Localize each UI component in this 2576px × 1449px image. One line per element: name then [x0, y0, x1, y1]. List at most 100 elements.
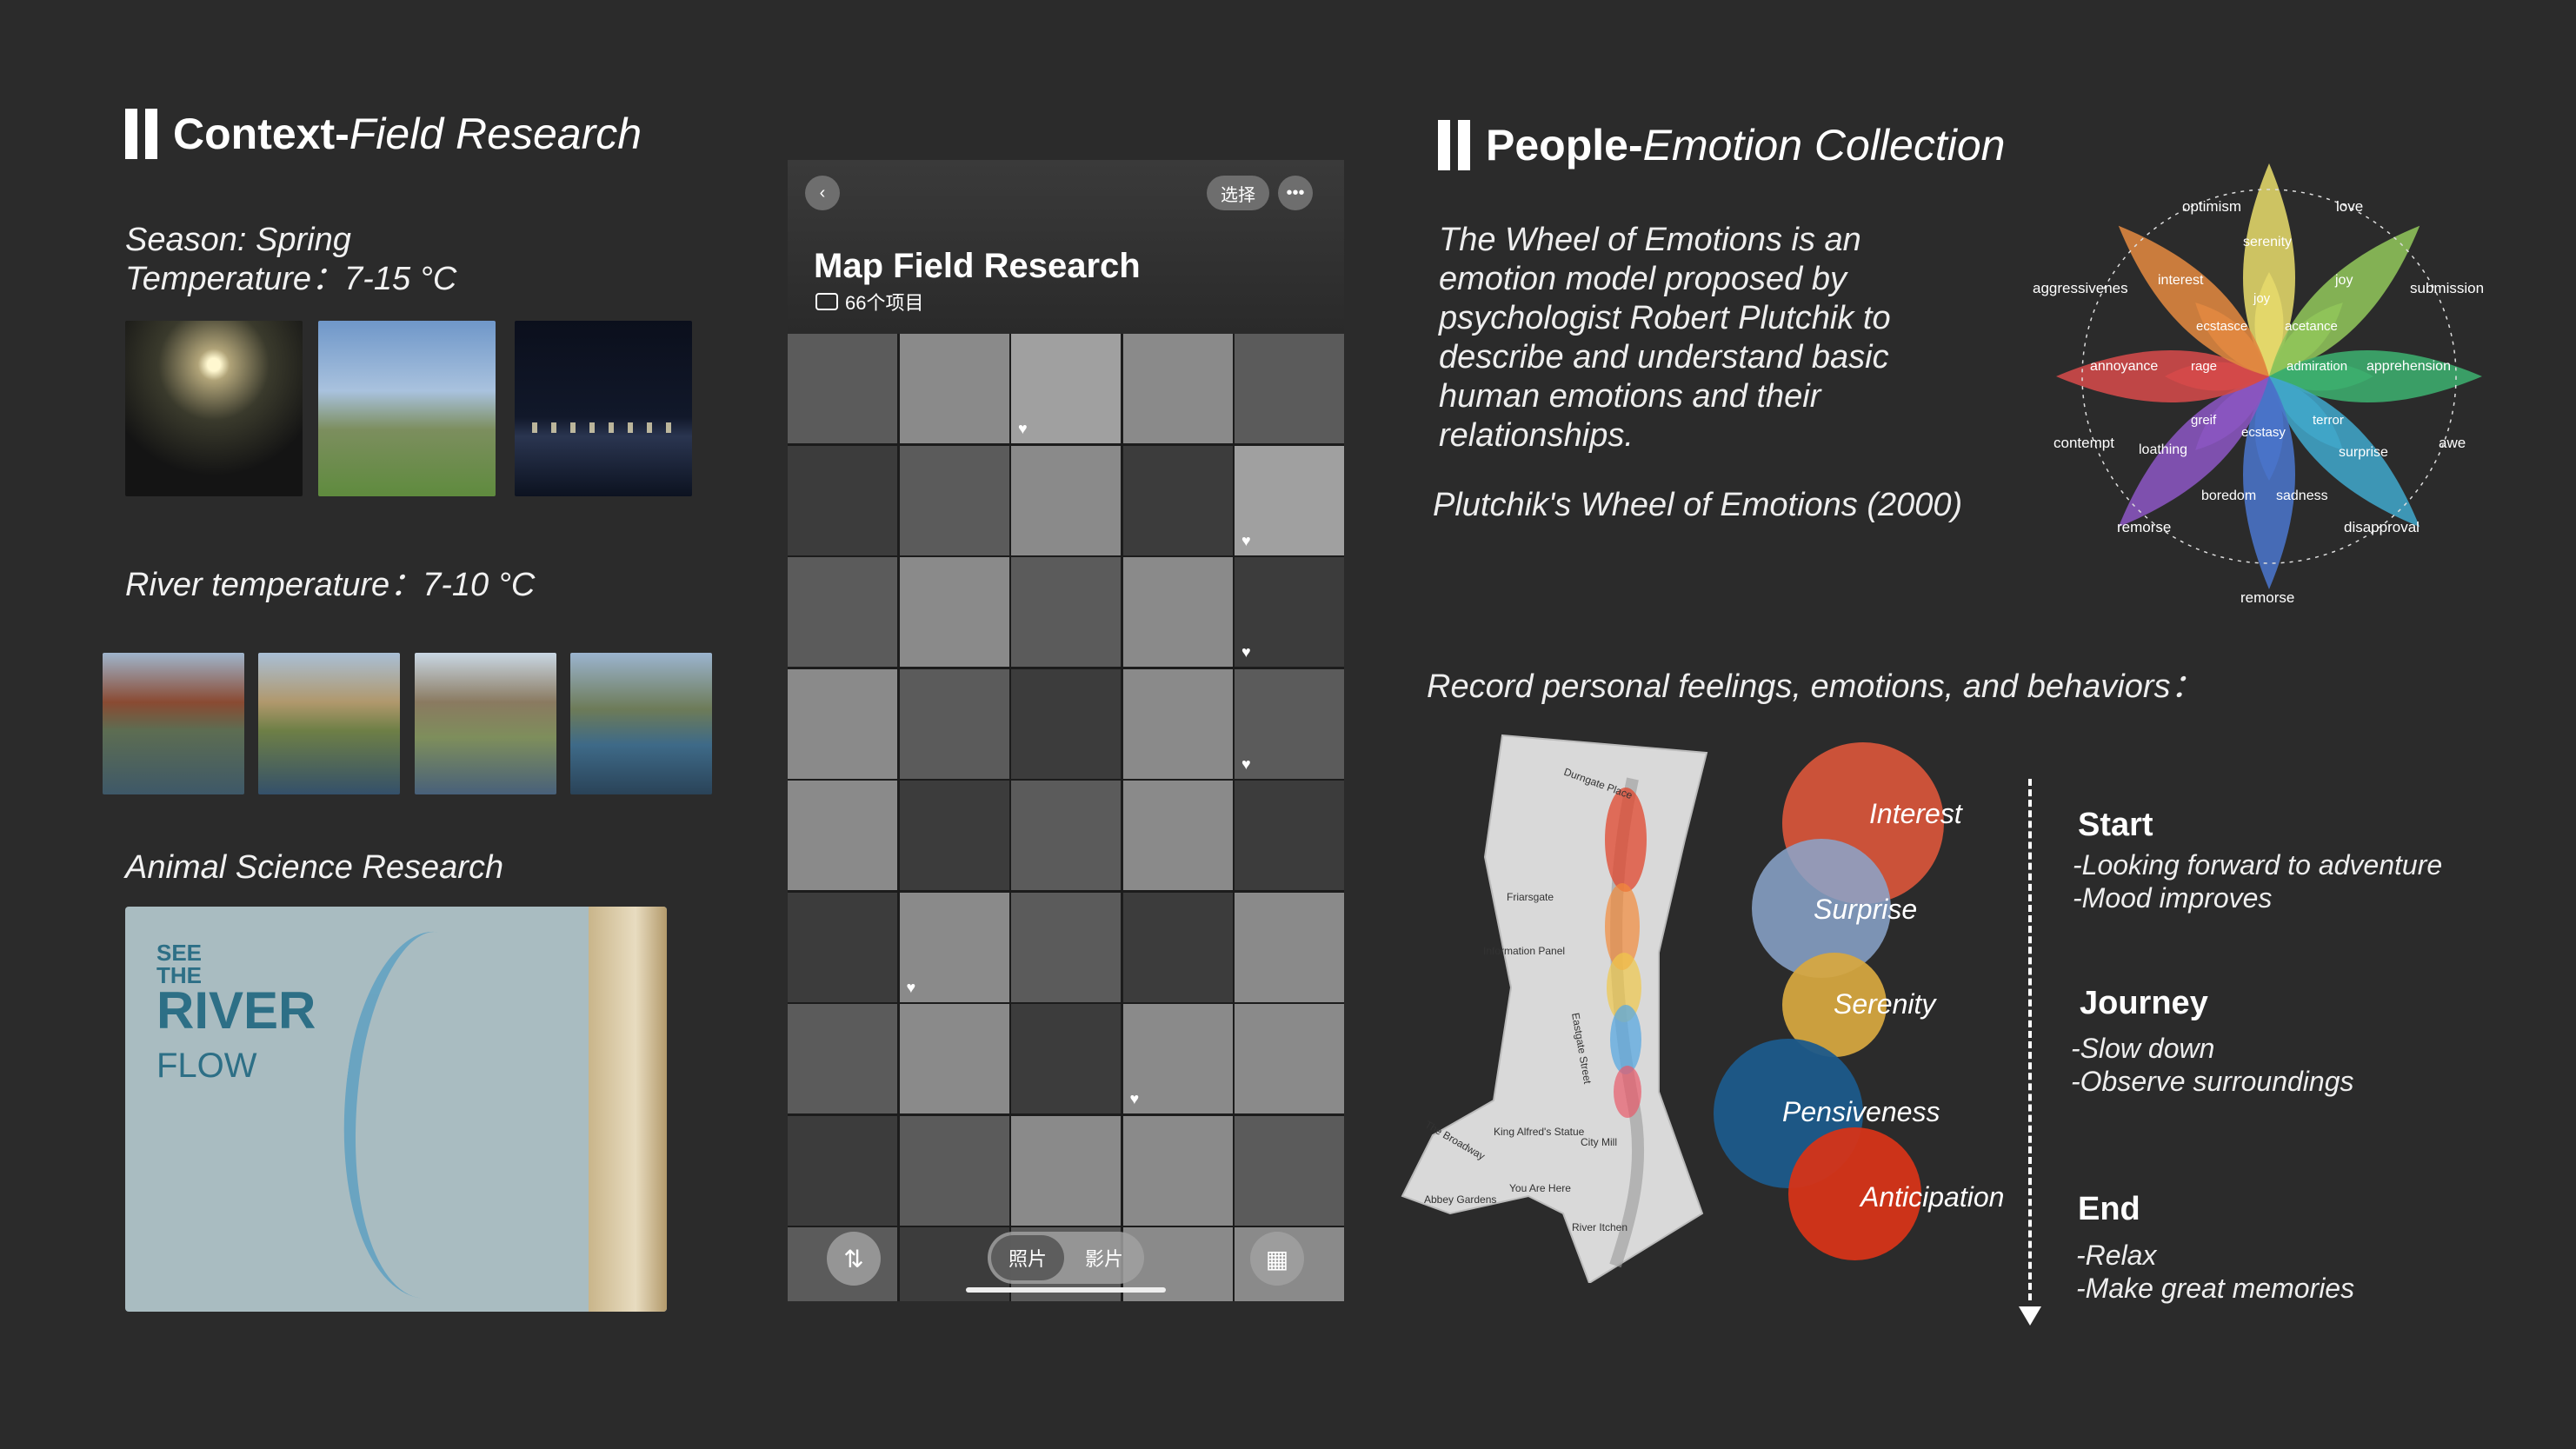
photo-thumbnail[interactable] [788, 334, 897, 443]
wheel-outer-label: remorse [2240, 589, 2294, 606]
photo-thumbnail[interactable] [1011, 1004, 1121, 1113]
stage-line: -Slow down [2071, 1033, 2215, 1064]
photo-night-river [515, 321, 692, 496]
emotion-label: Interest [1869, 798, 1962, 829]
wheel-petal-label: joy [2334, 273, 2353, 288]
photo-thumbnail[interactable]: ♥ [1235, 445, 1344, 555]
wheel-inner-label: rage [2191, 359, 2217, 374]
photo-thumbnail[interactable] [899, 1004, 1009, 1113]
grid-button[interactable]: ▦ [1250, 1232, 1304, 1286]
photo-thumbnail[interactable] [1122, 668, 1233, 779]
board-river: RIVER [156, 981, 316, 1040]
tab-videos[interactable]: 影片 [1068, 1235, 1141, 1280]
wheel-outer-label: optimism [2182, 198, 2241, 215]
wheel-outer-label: disapproval [2344, 519, 2420, 535]
board-frame [589, 907, 667, 1312]
more-button[interactable]: ••• [1278, 176, 1313, 210]
photo-thumbnail[interactable] [899, 445, 1009, 555]
photo-thumbnail[interactable] [1011, 892, 1121, 1002]
photo-thumbnail[interactable] [1122, 445, 1233, 555]
photo-thumbnail[interactable]: ♥ [899, 892, 1009, 1002]
map-label: King Alfred's Statue [1494, 1126, 1585, 1138]
photo-thumbnail[interactable] [899, 781, 1009, 890]
stage-title: Start [2078, 807, 2153, 843]
album-title: Map Field Research [814, 247, 1141, 285]
photo-river-3 [415, 653, 556, 794]
title-bold: People- [1486, 121, 1643, 169]
heart-icon: ♥ [1241, 531, 1251, 549]
photo-thumbnail[interactable] [899, 668, 1009, 779]
wheel-outer-label: love [2336, 198, 2363, 215]
record-heading: Record personal feelings, emotions, and … [1427, 668, 2204, 705]
wheel-petal-label: sadness [2276, 489, 2328, 503]
more-icon: ••• [1286, 183, 1305, 203]
stage-line: -Looking forward to adventure [2073, 849, 2443, 881]
sort-button[interactable]: ⇅ [827, 1232, 881, 1286]
season-label: Season: Spring [125, 222, 351, 258]
stage-title: Journey [2080, 985, 2208, 1021]
wheel-petal-label: boredom [2201, 489, 2256, 503]
photo-thumbnail[interactable] [1235, 334, 1344, 443]
photo-thumbnail[interactable] [1235, 781, 1344, 890]
wheel-inner-label: ecstasy [2241, 425, 2286, 440]
map-label: City Mill [1581, 1136, 1617, 1148]
route-map: Durngate Place Friarsgate Information Pa… [1401, 734, 1708, 1283]
wheel-outer-label: remorse [2117, 519, 2171, 535]
heart-icon: ♥ [1241, 643, 1251, 661]
photo-thumbnail[interactable] [788, 892, 897, 1002]
title-bars-icon [1438, 120, 1470, 170]
select-button[interactable]: 选择 [1207, 176, 1269, 210]
photo-thumbnail[interactable] [1122, 781, 1233, 890]
photo-river-2 [258, 653, 400, 794]
photo-thumbnail[interactable]: ♥ [1122, 1004, 1233, 1113]
emotion-label: Surprise [1814, 894, 1918, 925]
back-button[interactable]: ‹ [805, 176, 840, 210]
stage-line: -Make great memories [2076, 1273, 2355, 1304]
desc-line: The Wheel of Emotions is an [1439, 222, 1861, 258]
board-see: SEE [156, 940, 203, 966]
desc-line: human emotions and their [1439, 378, 1821, 415]
photo-thumbnail[interactable] [899, 557, 1009, 667]
temperature-label: Temperature：7-15 °C [125, 261, 457, 297]
animal-research-label: Animal Science Research [125, 849, 504, 886]
arrow-down-icon [2019, 1306, 2041, 1326]
photo-thumbnail[interactable] [788, 557, 897, 667]
stage-title: End [2078, 1191, 2140, 1227]
photo-thumbnail[interactable]: ♥ [1011, 334, 1121, 443]
emotion-label: Pensiveness [1782, 1096, 1940, 1127]
tab-photos[interactable]: 照片 [991, 1235, 1064, 1280]
wheel-petal-label: apprehension [2366, 359, 2451, 374]
desc-line: psychologist Robert Plutchik to [1439, 300, 1891, 336]
photo-thumbnail[interactable]: ♥ [1235, 668, 1344, 779]
photo-thumbnail[interactable]: ♥ [1235, 557, 1344, 667]
desc-line: emotion model proposed by [1439, 261, 1847, 297]
wheel-inner-label: admiration [2286, 359, 2347, 374]
photo-thumbnail[interactable] [1011, 445, 1121, 555]
photo-thumbnail[interactable] [1011, 781, 1121, 890]
wheel-outer-label: submission [2410, 280, 2484, 296]
photo-thumbnail[interactable] [1122, 557, 1233, 667]
photo-thumbnail[interactable] [899, 334, 1009, 443]
heart-icon: ♥ [1018, 420, 1028, 437]
photo-thumbnail[interactable] [1011, 668, 1121, 779]
wheel-citation: Plutchik's Wheel of Emotions (2000) [1433, 487, 1963, 523]
river-info-board: SEE THE RIVER FLOW [125, 907, 667, 1312]
title-bars-icon [125, 109, 157, 159]
photo-thumbnail[interactable] [1122, 892, 1233, 1002]
photo-thumbnail[interactable] [788, 1004, 897, 1113]
photo-thumbnail[interactable] [788, 445, 897, 555]
album-stack-icon [815, 293, 838, 310]
photo-thumbnail[interactable] [788, 781, 897, 890]
photo-grid: ♥ ♥ ♥ ♥ ♥ ♥ [788, 334, 1344, 1301]
photo-thumbnail[interactable] [788, 668, 897, 779]
title-bold: Context- [173, 110, 349, 158]
chevron-left-icon: ‹ [819, 183, 826, 203]
wheel-inner-label: loathing [2139, 442, 2187, 457]
map-label: You Are Here [1509, 1182, 1571, 1194]
photo-thumbnail[interactable] [1235, 892, 1344, 1002]
photo-thumbnail[interactable] [1122, 334, 1233, 443]
photo-thumbnail[interactable] [1235, 1004, 1344, 1113]
board-river-line [317, 922, 542, 1308]
photo-thumbnail[interactable] [1011, 557, 1121, 667]
trail-pink [1614, 1066, 1641, 1118]
